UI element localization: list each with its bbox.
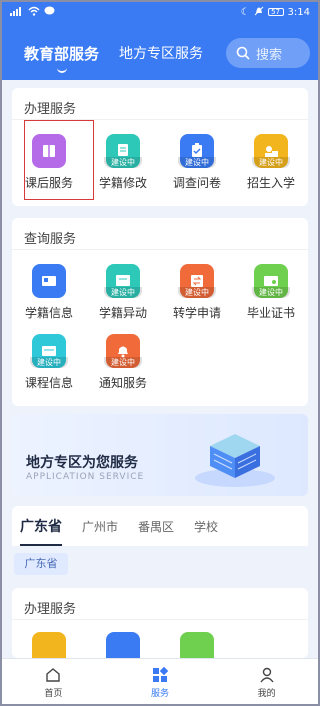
service-transfer-request[interactable]: 建设中 转学申请 [160,256,234,326]
service-label: 调查问卷 [172,176,221,190]
mute-icon [254,6,264,19]
home-icon [46,668,61,682]
nav-services[interactable]: 服务 [107,659,214,706]
nav-label: 我的 [257,689,276,699]
banner-title: 地方专区为您服务 [26,455,138,471]
id-card-icon [32,264,66,298]
service-survey[interactable]: 建设中 调查问卷 [160,126,234,196]
grid-icon [153,666,169,682]
nav-home[interactable]: 首页 [0,659,107,706]
region-tab-district[interactable]: 番禺区 [138,518,174,535]
wifi-icon [28,6,40,19]
nav-profile[interactable]: 我的 [213,659,320,706]
building-badge: 建设中 [252,157,290,168]
service-label: 通知服务 [98,376,147,390]
status-bar: ☾ 57 3:14 [10,4,310,20]
region-tab-city[interactable]: 广州市 [82,518,118,535]
battery-icon: 57 [267,8,284,16]
service-student-info[interactable]: 学籍信息 [12,256,86,326]
region-chip[interactable]: 广东省 [14,553,68,575]
service-label: 学籍异动 [98,306,147,320]
service-status-edit[interactable]: 建设中 学籍修改 [86,126,160,196]
service-label: 招生入学 [246,176,295,190]
building-badge: 建设中 [178,157,216,168]
moon-icon: ☾ [240,6,250,18]
query-services-card: 查询服务 学籍信息 建设中 学籍异动 建设中 转学申请 建设中 毕业证书 建设中… [12,218,308,406]
clock: 3:14 [287,6,310,18]
course-icon: 建设中 [30,334,68,368]
region-tab-school[interactable]: 学校 [194,518,218,535]
service-label: 转学申请 [172,306,221,320]
user-icon [260,667,274,683]
local-handle-card: 办理服务 [12,588,308,658]
service-notification[interactable]: 建设中 通知服务 [86,326,160,396]
search-icon [236,46,250,60]
building-badge: 建设中 [104,287,142,298]
service-diploma[interactable]: 建设中 毕业证书 [234,256,308,326]
enroll-icon: 建设中 [252,134,290,168]
nav-label: 服务 [151,689,170,699]
tab-ministry-services[interactable]: 教育部服务 [24,43,99,64]
local-services-banner[interactable]: 地方专区为您服务 APPLICATION SERVICE [12,414,308,496]
edit-doc-icon: 建设中 [104,134,142,168]
section-title: 办理服务 [12,588,308,620]
region-tabs: 广东省 广州市 番禺区 学校 [12,506,308,546]
chat-icon [44,6,55,19]
selection-highlight [24,120,94,200]
region-tab-province[interactable]: 广东省 [20,516,62,546]
section-title: 办理服务 [12,88,308,120]
local-service-icon[interactable] [180,632,214,658]
bottom-nav: 首页 服务 我的 [0,658,320,706]
local-service-icon[interactable] [32,632,66,658]
building-badge: 建设中 [252,287,290,298]
building-illustration-icon [195,434,275,487]
signal-icon [10,6,24,19]
nav-label: 首页 [44,689,63,699]
service-enrollment[interactable]: 建设中 招生入学 [234,126,308,196]
tab-local-services[interactable]: 地方专区服务 [119,43,203,63]
building-badge: 建设中 [30,357,68,368]
search-label: 搜索 [256,47,283,63]
building-badge: 建设中 [104,357,142,368]
service-course-info[interactable]: 建设中 课程信息 [12,326,86,396]
banner-subtitle: APPLICATION SERVICE [26,472,145,482]
building-badge: 建设中 [104,157,142,168]
section-title: 查询服务 [12,218,308,250]
header: ☾ 57 3:14 教育部服务 地方专区服务 搜索 [0,0,320,80]
building-badge: 建设中 [178,287,216,298]
transfer-doc-icon: 建设中 [104,264,142,298]
service-status-change[interactable]: 建设中 学籍异动 [86,256,160,326]
clipboard-icon: 建设中 [178,134,216,168]
certificate-icon: 建设中 [252,264,290,298]
service-label: 学籍信息 [24,306,73,320]
service-label: 毕业证书 [246,306,295,320]
local-service-icon[interactable] [106,632,140,658]
service-label: 课程信息 [24,376,73,390]
service-label: 学籍修改 [98,176,147,190]
bell-icon: 建设中 [104,334,142,368]
swap-icon: 建设中 [178,264,216,298]
search-button[interactable]: 搜索 [226,38,310,68]
